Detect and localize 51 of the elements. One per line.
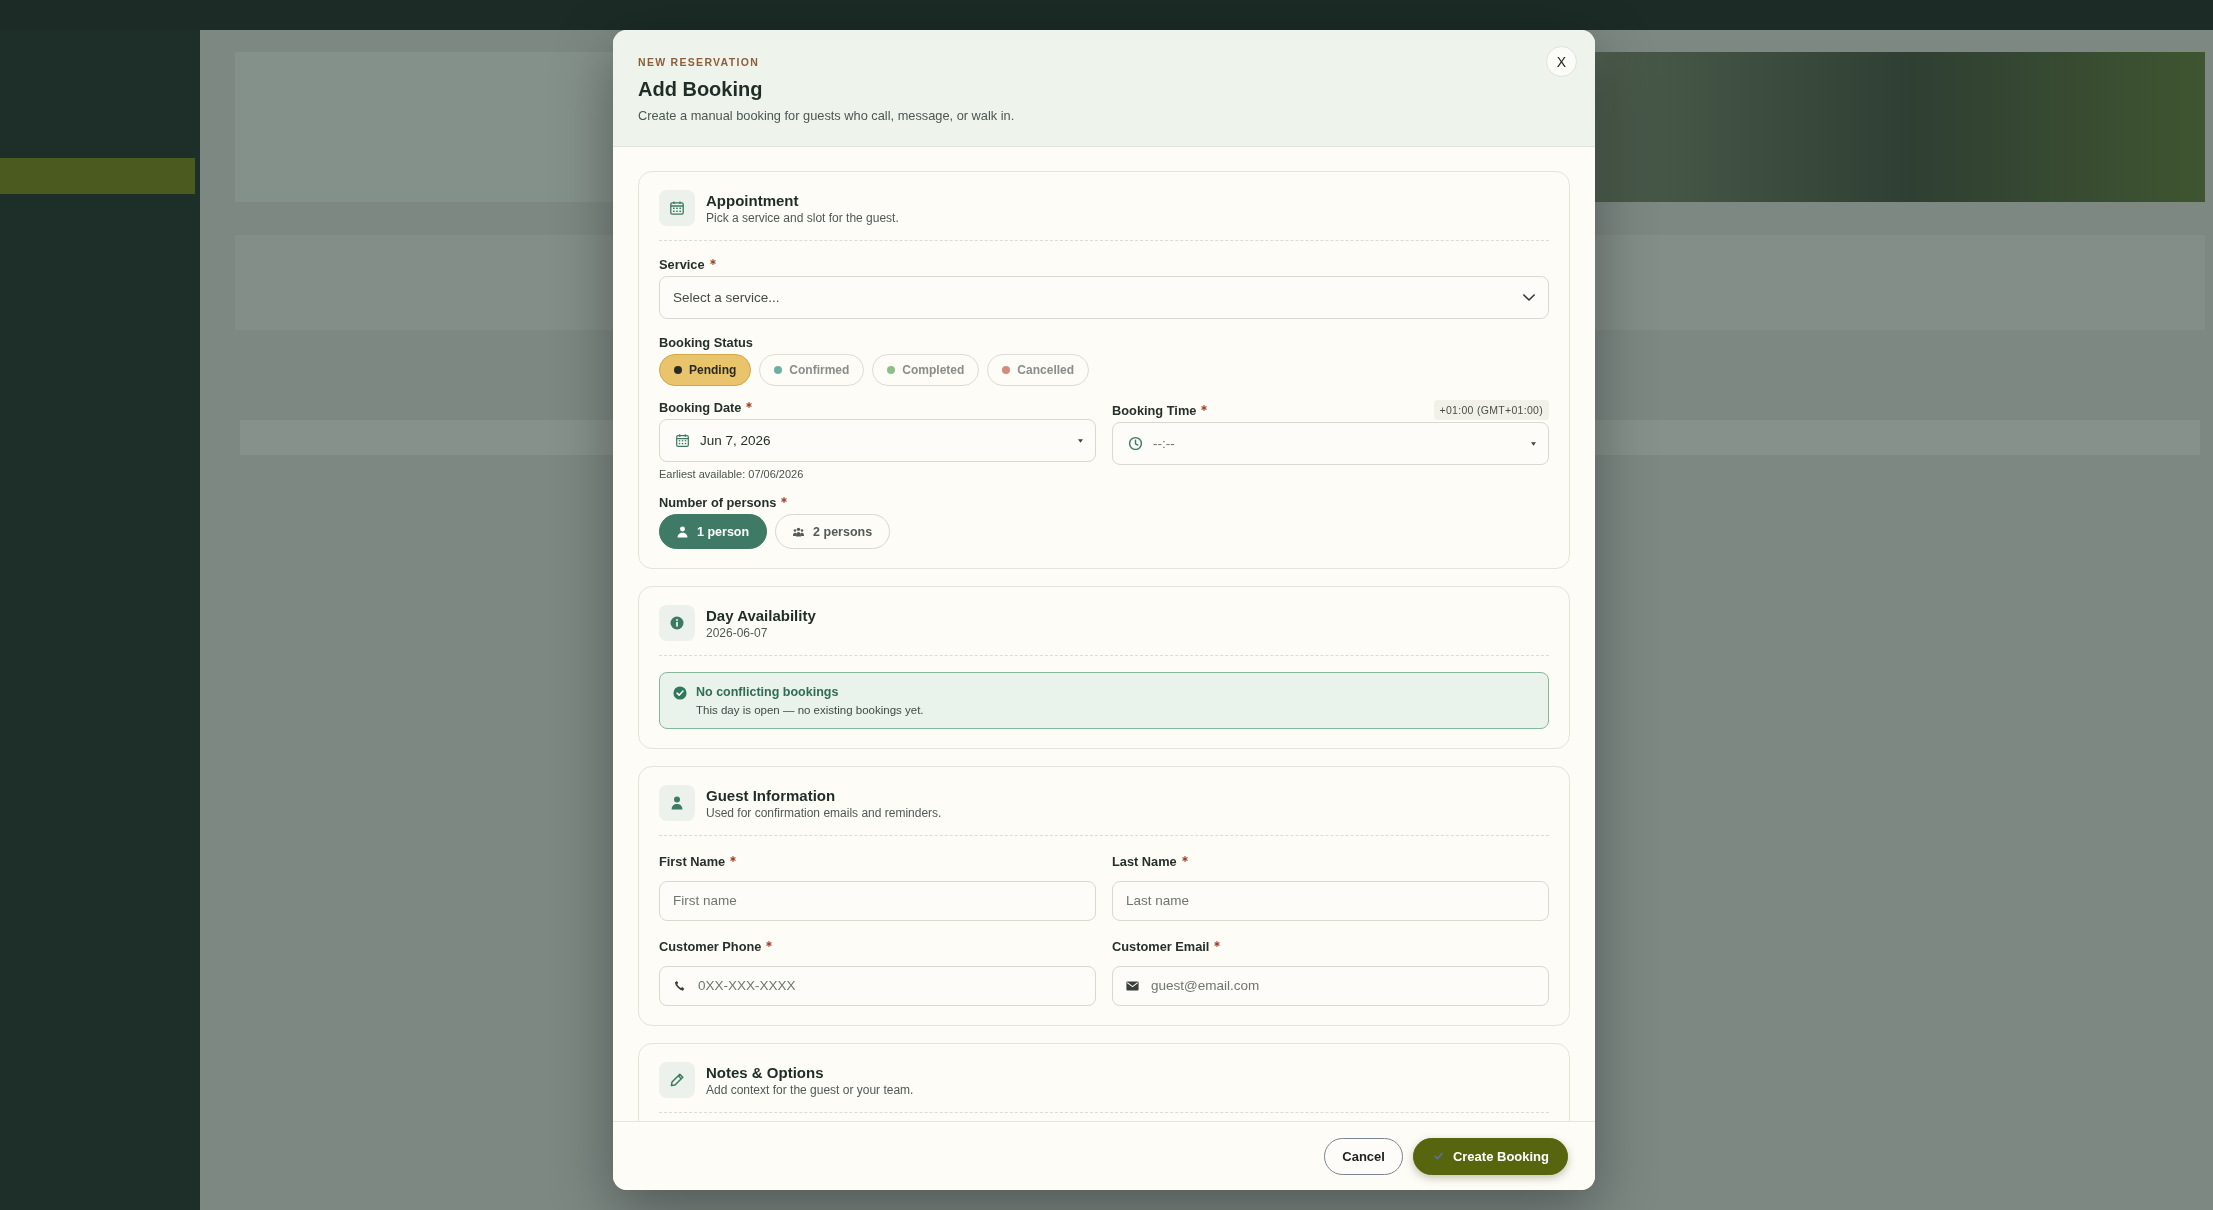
input-field[interactable]: Last name — [1112, 881, 1549, 921]
input-field[interactable]: 0XX-XXX-XXXX — [659, 966, 1096, 1006]
caret-down-icon — [1078, 438, 1083, 443]
person-icon — [677, 525, 688, 538]
dialog-eyebrow: NEW RESERVATION — [638, 55, 759, 69]
section-title: Day Availability — [706, 605, 816, 625]
field-label: Last Name — [1112, 854, 1177, 869]
field-label: Service — [659, 257, 705, 272]
field-label: Customer Phone — [659, 939, 762, 954]
calendar-icon — [675, 433, 690, 448]
create-booking-button[interactable]: Create Booking — [1412, 1137, 1568, 1175]
caret-down-icon — [1531, 441, 1536, 446]
field-label: Customer Email — [1112, 939, 1210, 954]
envelope-icon — [1126, 980, 1139, 992]
field-label: First Name — [659, 854, 726, 869]
cancel-button[interactable]: Cancel — [1324, 1137, 1403, 1175]
pencil-icon — [659, 1062, 695, 1098]
section-title: Appointment — [706, 190, 799, 210]
alert-title: No conflicting bookings — [696, 684, 839, 700]
close-button[interactable]: X — [1546, 46, 1577, 77]
timezone-badge: +01:00 (GMT+01:00) — [1433, 400, 1549, 420]
check-icon — [1433, 1152, 1443, 1160]
section-subtitle: Used for confirmation emails and reminders. — [706, 805, 942, 821]
status-chip[interactable]: Pending — [659, 354, 752, 386]
input-field[interactable]: guest@email.com — [1112, 966, 1549, 1006]
field-label: Booking Time — [1112, 402, 1197, 418]
time-field[interactable]: --:-- — [1112, 422, 1549, 465]
alert-message: This day is open — no existing bookings yet. — [696, 703, 924, 718]
phone-icon — [673, 980, 686, 992]
section-title: Guest Information — [706, 785, 836, 805]
section-subtitle: Add context for the guest or your team. — [706, 1082, 914, 1098]
chevron-down-icon — [1523, 294, 1535, 301]
dialog-title: Add Booking — [638, 77, 763, 102]
calendar-icon — [659, 190, 695, 226]
section-subtitle: Pick a service and slot for the guest. — [706, 210, 899, 226]
input-field[interactable]: First name — [659, 881, 1096, 921]
field-label: Number of persons — [659, 495, 777, 510]
date-field[interactable]: Jun 7, 2026 — [659, 419, 1096, 462]
person-icon — [659, 785, 695, 821]
persons-option[interactable]: 1 person — [659, 514, 768, 549]
check-circle-icon — [673, 686, 687, 700]
field-hint: Earliest available: 07/06/2026 — [659, 468, 804, 481]
service-select[interactable]: Select a service... — [659, 276, 1549, 319]
field-label: Booking Date — [659, 400, 742, 415]
dialog-subtitle: Create a manual booking for guests who call, message, or walk in. — [638, 108, 1015, 124]
clock-icon — [1128, 436, 1143, 451]
section-title: Notes & Options — [706, 1062, 824, 1082]
section-subtitle: 2026-06-07 — [706, 625, 768, 641]
group-icon — [793, 525, 805, 538]
field-label: Booking Status — [659, 335, 753, 350]
info-icon — [659, 605, 695, 641]
